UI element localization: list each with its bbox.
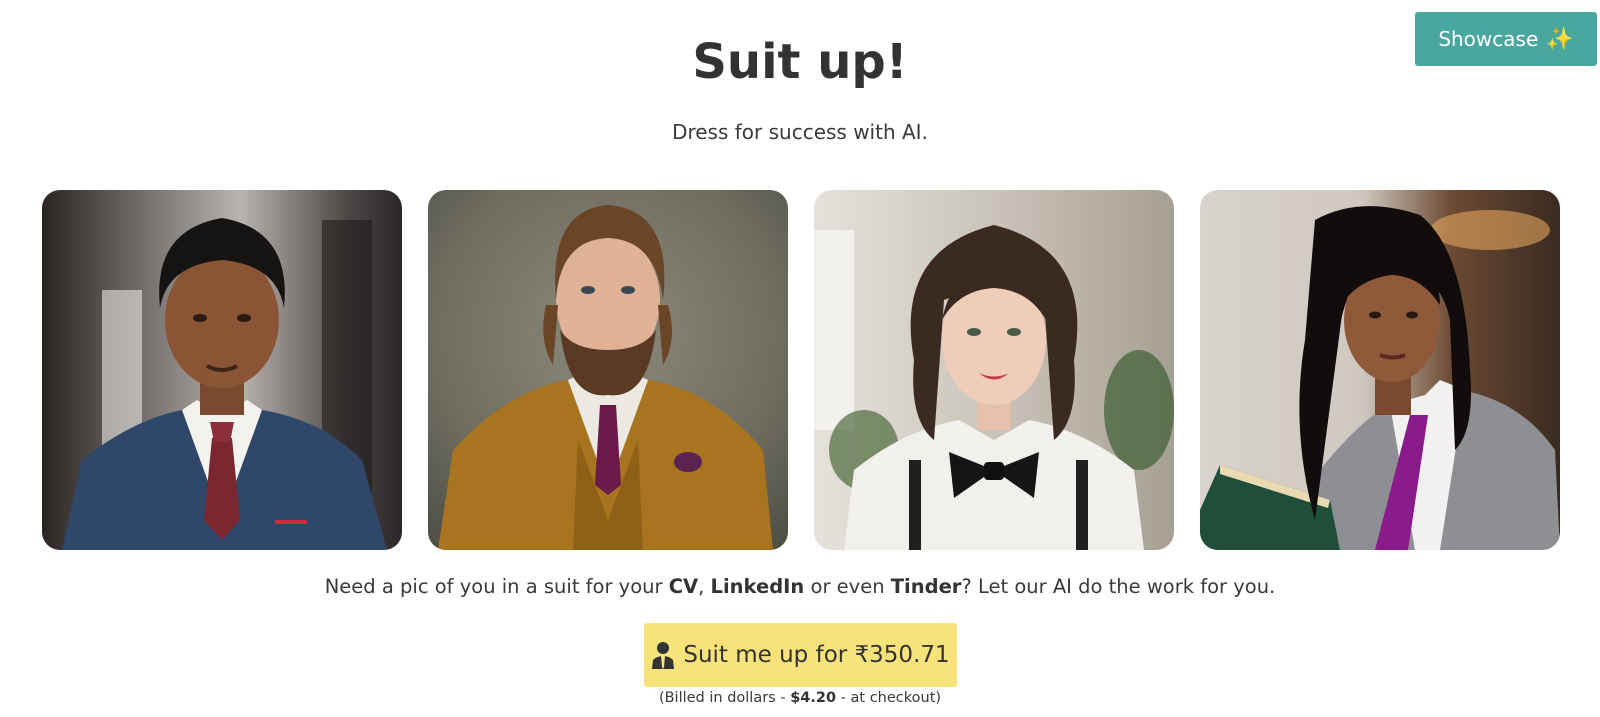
page-subtitle: Dress for success with AI. xyxy=(672,120,928,144)
billing-note: (Billed in dollars - $4.20 - at checkout… xyxy=(0,690,1600,706)
description-tinder: Tinder xyxy=(890,575,962,598)
portrait-gallery xyxy=(42,190,1560,550)
description-part1: Need a pic of you in a suit for your xyxy=(324,575,669,598)
billing-amount: $4.20 xyxy=(790,690,837,706)
description-cv: CV xyxy=(668,575,699,598)
billing-prefix: (Billed in dollars - xyxy=(658,690,791,706)
description-part2: or even xyxy=(804,575,891,598)
description-text: Need a pic of you in a suit for your CV,… xyxy=(0,575,1600,598)
suit-me-up-label: Suit me up for ₹350.71 xyxy=(683,642,950,668)
description-sep1: , xyxy=(698,575,711,598)
billing-suffix: - at checkout) xyxy=(836,690,942,706)
person-suit-icon xyxy=(652,642,675,669)
portrait-woman-bowtie xyxy=(814,190,1174,550)
suit-me-up-button[interactable]: Suit me up for ₹350.71 xyxy=(644,623,957,687)
description-linkedin: LinkedIn xyxy=(710,575,805,598)
description-part3: ? Let our AI do the work for you. xyxy=(961,575,1276,598)
portrait-man-navy-suit xyxy=(42,190,402,550)
portrait-man-mustard-suit xyxy=(428,190,788,550)
page-title: Suit up! xyxy=(692,34,908,90)
page: Showcase ✨ Suit up! Dress for success wi… xyxy=(0,0,1600,717)
portrait-woman-grey-blazer xyxy=(1200,190,1560,550)
